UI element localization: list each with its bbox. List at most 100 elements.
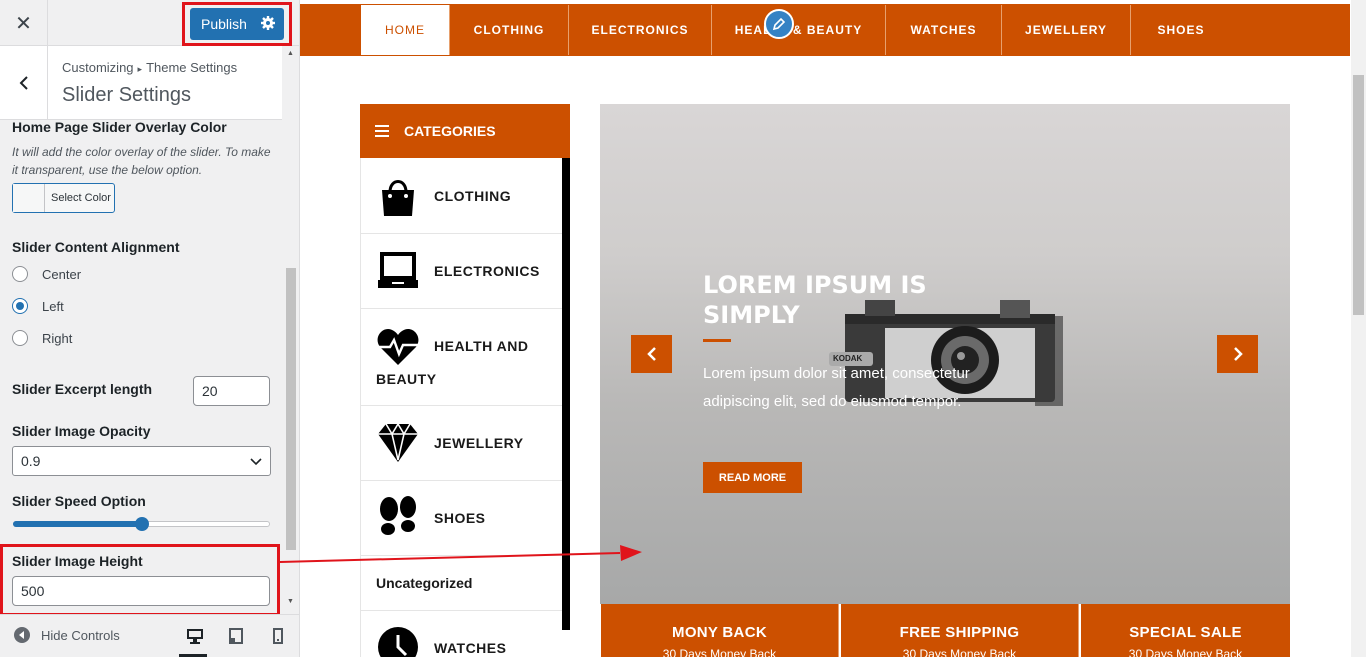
menu-icon: [375, 125, 389, 137]
category-label: JEWELLERY: [434, 435, 524, 451]
excerpt-length-label: Slider Excerpt length: [12, 381, 153, 397]
feature-money-back: MONY BACK 30 Days Money Back: [601, 604, 839, 657]
category-item-health-beauty[interactable]: HEALTH AND BEAUTY: [360, 309, 562, 406]
selected-value: 0.9: [21, 453, 41, 469]
select-color-button[interactable]: Select Color: [12, 183, 115, 213]
diamond-icon: [378, 422, 418, 462]
category-item-jewellery[interactable]: JEWELLERY: [360, 406, 562, 481]
feature-title: SPECIAL SALE: [1129, 624, 1242, 641]
category-item-electronics[interactable]: ELECTRONICS: [360, 234, 562, 309]
desktop-preview-button[interactable]: [179, 627, 207, 657]
feature-title: MONY BACK: [672, 624, 767, 641]
nav-item-watches[interactable]: WATCHES: [886, 5, 1002, 55]
read-more-button[interactable]: READ MORE: [703, 462, 802, 493]
scroll-down-icon[interactable]: ▼: [287, 598, 294, 605]
tablet-icon: [229, 628, 243, 644]
image-opacity-label: Slider Image Opacity: [12, 423, 151, 439]
category-label-line2: BEAUTY: [376, 371, 437, 387]
category-label: CLOTHING: [434, 188, 512, 204]
radio-label: Center: [42, 266, 82, 282]
mobile-preview-button[interactable]: [268, 627, 288, 645]
category-label: ELECTRONICS: [434, 263, 540, 279]
feature-free-shipping: FREE SHIPPING 30 Days Money Back: [841, 604, 1079, 657]
select-color-label: Select Color: [51, 192, 111, 204]
nav-item-clothing[interactable]: CLOTHING: [450, 5, 569, 55]
tablet-preview-button[interactable]: [226, 627, 246, 645]
overlay-color-label: Home Page Slider Overlay Color: [12, 119, 227, 135]
hero-slider: KODAK LOREM IPSUM IS SIMPLY Lorem ipsum …: [600, 104, 1290, 604]
close-customizer-button[interactable]: ✕: [0, 0, 48, 46]
breadcrumb-separator: ▸: [137, 64, 143, 74]
preview-scroll-thumb[interactable]: [1353, 75, 1364, 315]
panel-scroll-thumb[interactable]: [286, 268, 296, 550]
category-label: HEALTH AND: [434, 338, 529, 354]
heartbeat-icon: [377, 329, 419, 365]
speed-option-label: Slider Speed Option: [12, 493, 146, 509]
edit-shortcut-button[interactable]: [764, 9, 794, 39]
chevron-left-icon: [19, 75, 28, 90]
categories-title: CATEGORIES: [404, 123, 496, 139]
customizer-sidebar: ✕ Publish Customizing ▸ Theme Settings Sli…: [0, 0, 300, 657]
scroll-up-icon[interactable]: ▲: [287, 50, 294, 57]
hide-controls-label: Hide Controls: [41, 627, 120, 643]
slider-prev-button[interactable]: [631, 335, 672, 373]
radio-button[interactable]: [12, 330, 28, 346]
category-item-clothing[interactable]: CLOTHING: [360, 158, 562, 234]
chevron-right-icon: [1233, 347, 1243, 361]
categories-header[interactable]: CATEGORIES: [360, 104, 570, 158]
excerpt-length-input[interactable]: 20: [193, 376, 270, 406]
alignment-radio-left[interactable]: Left: [12, 298, 64, 314]
desktop-icon: [187, 629, 203, 644]
image-height-input[interactable]: 500: [12, 576, 270, 606]
nav-item-health-beauty[interactable]: HEALTH & BEAUTY: [712, 5, 886, 55]
footprints-icon: [380, 496, 416, 535]
chevron-down-icon: [250, 458, 262, 466]
color-swatch: [13, 184, 45, 212]
feature-subtitle: 30 Days Money Back: [902, 647, 1017, 657]
laptop-icon: [378, 252, 418, 288]
nav-item-jewellery[interactable]: JEWELLERY: [1002, 5, 1131, 55]
alignment-label: Slider Content Alignment: [12, 239, 180, 255]
publish-label: Publish: [201, 16, 247, 32]
radio-button[interactable]: [12, 266, 28, 282]
customizer-header: ✕ Publish: [0, 0, 299, 46]
customizer-footer: Hide Controls: [0, 614, 299, 657]
nav-item-electronics[interactable]: ELECTRONICS: [569, 5, 712, 55]
feature-special-sale: SPECIAL SALE 30 Days Money Back: [1081, 604, 1290, 657]
breadcrumb: Customizing ▸ Theme Settings: [62, 60, 237, 75]
slider-next-button[interactable]: [1217, 335, 1258, 373]
image-opacity-select[interactable]: 0.9: [12, 446, 271, 476]
feature-subtitle: 30 Days Money Back: [1128, 647, 1243, 657]
slider-text: Lorem ipsum dolor sit amet, consectetur …: [703, 365, 970, 410]
mobile-icon: [273, 628, 283, 644]
category-item-watches[interactable]: WATCHES: [360, 611, 562, 657]
feature-title: FREE SHIPPING: [899, 624, 1020, 641]
publish-button[interactable]: Publish: [190, 8, 284, 40]
category-label: SHOES: [434, 510, 486, 526]
section-header: Customizing ▸ Theme Settings Slider Settin…: [0, 46, 282, 120]
shopping-bag-icon: [382, 180, 414, 216]
radio-button-checked[interactable]: [12, 298, 28, 314]
slider-title: LOREM IPSUM IS SIMPLY: [703, 271, 927, 329]
nav-item-home[interactable]: HOME: [361, 5, 450, 55]
image-height-label: Slider Image Height: [12, 553, 143, 569]
pencil-icon: [772, 17, 786, 31]
category-label: Uncategorized: [376, 575, 473, 591]
speed-slider-fill: [13, 521, 142, 527]
back-button[interactable]: [0, 46, 48, 119]
alignment-radio-right[interactable]: Right: [12, 330, 72, 346]
chevron-left-icon: [646, 347, 656, 361]
feature-subtitle: 30 Days Money Back: [662, 647, 777, 657]
alignment-radio-center[interactable]: Center: [12, 266, 81, 282]
title-underline: [703, 339, 731, 342]
radio-label: Right: [42, 330, 73, 346]
main-navigation: HOME CLOTHING ELECTRONICS HEALTH & BEAUT…: [300, 4, 1350, 56]
hide-controls-button[interactable]: Hide Controls: [14, 627, 120, 643]
category-label: WATCHES: [434, 640, 507, 656]
collapse-arrow-icon: [14, 627, 30, 643]
overlay-color-description: It will add the color overlay of the sli…: [12, 145, 271, 177]
nav-item-shoes[interactable]: SHOES: [1131, 5, 1231, 55]
radio-label: Left: [42, 298, 64, 314]
gear-icon[interactable]: [260, 15, 276, 31]
speed-slider-handle[interactable]: [135, 517, 149, 531]
